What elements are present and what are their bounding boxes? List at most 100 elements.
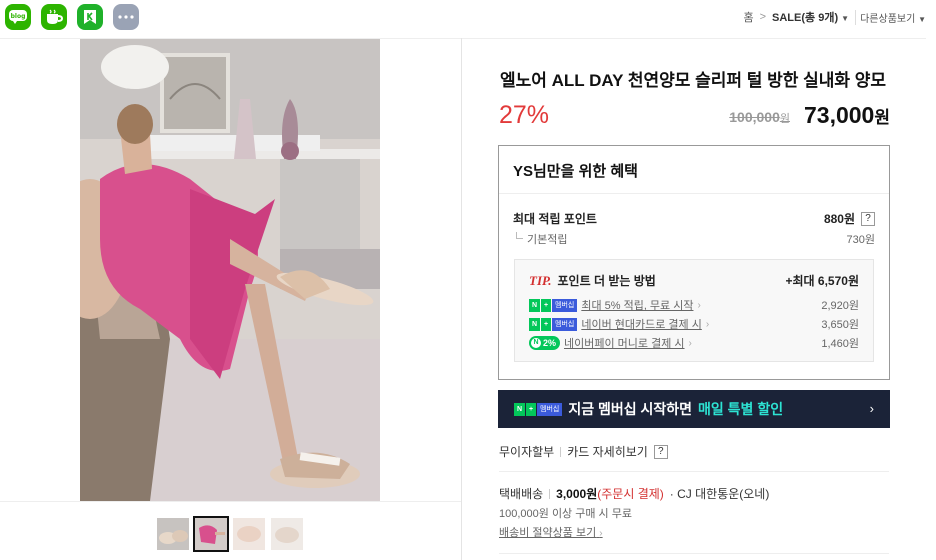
thumbnail-image [157, 518, 189, 550]
membership-banner-highlight: 매일 특별 할인 [698, 401, 784, 417]
breadcrumb: 홈 > SALE(총 9개) ▼ 다른상품보기 ▼ [743, 9, 926, 25]
base-points-label: 기본적립 [513, 231, 567, 247]
gallery-divider [0, 501, 461, 502]
membership-badge-label: 멤버십 [552, 317, 578, 331]
tip-box: TIP. 포인트 더 받는 방법 +최대 6,570원 N + 멤버십 최대 5% 적… [514, 259, 874, 362]
tip-label: TIP. [529, 273, 552, 288]
naverpay-badge-label: 2% [543, 338, 557, 348]
shipping-fee: 3,000원 [556, 487, 598, 501]
blog-icon: blog [9, 10, 27, 24]
max-points-value: 880원 [823, 212, 855, 226]
tip-link[interactable]: 네이버 현대카드로 결제 시 [581, 316, 702, 332]
breadcrumb-category-label: SALE(총 9개) [772, 12, 839, 24]
post-icon [84, 10, 96, 24]
shipping-row: 택배배송 3,000원 (주문시 결제) · CJ 대한통운(오네) [499, 485, 769, 502]
benefit-box: YS님만을 위한 혜택 최대 적립 포인트 880원 ? 기본적립 730원 T… [498, 145, 890, 380]
share-cafe-button[interactable] [41, 4, 67, 30]
chevron-down-icon: ▼ [841, 14, 850, 23]
max-points-row: 최대 적립 포인트 880원 ? [513, 210, 875, 227]
tip-row-left: N + 멤버십 네이버 현대카드로 결제 시 › [529, 316, 709, 332]
help-icon[interactable]: ? [653, 444, 668, 459]
product-title: 엘노어 ALL DAY 천연양모 슬리퍼 털 방한 실내화 양모 [500, 71, 887, 90]
benefit-heading: YS님만을 위한 혜택 [513, 163, 638, 180]
help-icon[interactable]: ? [861, 211, 875, 226]
chevron-right-icon: › [697, 299, 701, 311]
svg-text:blog: blog [11, 13, 26, 20]
original-price-value: 100,000 [729, 109, 780, 125]
tip-value: 2,920원 [821, 300, 859, 312]
cafe-cup-icon [47, 9, 63, 24]
tip-row-membership[interactable]: N + 멤버십 최대 5% 적립, 무료 시작 › 2,920원 [529, 297, 859, 313]
thumbnail-image [195, 518, 227, 550]
shipping-saving-label: 배송비 절약상품 보기 [499, 527, 597, 539]
chevron-right-icon: › [869, 401, 874, 416]
discount-rate: 27% [499, 101, 550, 129]
thumbnail[interactable] [155, 516, 191, 552]
breadcrumb-home[interactable]: 홈 [743, 9, 753, 25]
benefit-divider [499, 193, 889, 194]
tip-row-left: N + 멤버십 최대 5% 적립, 무료 시작 › [529, 297, 701, 313]
naverpay-n-icon: N [531, 338, 541, 348]
chevron-right-icon: › [688, 337, 692, 349]
product-main-image[interactable] [80, 39, 380, 501]
plus-icon: + [541, 298, 551, 312]
naver-n-icon: N [514, 402, 525, 416]
thumbnail[interactable] [269, 516, 305, 552]
thumbnail[interactable] [231, 516, 267, 552]
breadcrumb-category-dropdown[interactable]: SALE(총 9개) ▼ [772, 9, 849, 25]
tip-link[interactable]: 최대 5% 적립, 무료 시작 [581, 297, 693, 313]
free-shipping-condition: 100,000원 이상 구매 시 무료 [499, 508, 632, 520]
naver-membership-badge: N + 멤버십 [514, 402, 563, 416]
payment-row: 무이자할부 카드 자세히보기 ? [499, 443, 668, 460]
naverpay-badge: N 2% [529, 336, 561, 350]
installment-label: 무이자할부 [499, 445, 555, 459]
card-details-link[interactable]: 카드 자세히보기 [567, 443, 648, 460]
other-products-label: 다른상품보기 [860, 13, 916, 25]
tip-value: 3,650원 [821, 319, 859, 331]
naver-n-icon: N [529, 298, 540, 312]
tip-row-card[interactable]: N + 멤버십 네이버 현대카드로 결제 시 › 3,650원 [529, 316, 859, 332]
shipping-carrier: · CJ 대한통운(오네) [669, 487, 770, 501]
tip-value: 1,460원 [821, 338, 859, 350]
shipping-saving-link[interactable]: 배송비 절약상품 보기 › [499, 524, 603, 540]
chevron-down-icon: ▼ [918, 14, 926, 24]
tip-row-pay[interactable]: N 2% 네이버페이 머니로 결제 시 › 1,460원 [529, 335, 859, 351]
thumbnail-image [271, 518, 303, 550]
sale-price-value: 73,000 [804, 102, 875, 128]
tip-link[interactable]: 네이버페이 머니로 결제 시 [564, 335, 685, 351]
tip-heading: TIP. 포인트 더 받는 방법 [529, 272, 656, 289]
plus-icon: + [541, 317, 551, 331]
original-price-unit: 원 [779, 113, 790, 125]
column-divider [461, 38, 462, 560]
plus-icon: + [526, 402, 536, 416]
membership-banner[interactable]: N + 멤버십 지금 멤버십 시작하면 매일 특별 할인 › [498, 390, 890, 428]
naver-membership-badge: N + 멤버십 [529, 317, 578, 331]
tip-row-left: N 2% 네이버페이 머니로 결제 시 › [529, 335, 692, 351]
base-points-row: 기본적립 730원 [513, 231, 875, 247]
share-more-button[interactable] [113, 4, 139, 30]
other-products-dropdown[interactable]: 다른상품보기 ▼ [855, 9, 926, 25]
max-points-label: 최대 적립 포인트 [513, 212, 597, 226]
separator [560, 446, 562, 457]
naver-n-icon: N [529, 317, 540, 331]
product-photo [80, 39, 380, 501]
section-divider [499, 471, 889, 472]
share-blog-button[interactable]: blog [5, 4, 31, 30]
share-post-button[interactable] [77, 4, 103, 30]
membership-banner-text: 지금 멤버십 시작하면 [568, 401, 693, 417]
chevron-right-icon: › [705, 318, 710, 330]
sale-price-unit: 원 [874, 108, 890, 127]
thumbnail-strip [155, 516, 305, 552]
tip-heading-text: 포인트 더 받는 방법 [557, 274, 656, 288]
shipping-method: 택배배송 [499, 487, 544, 501]
breadcrumb-separator: > [759, 11, 767, 23]
original-price: 100,000원 [729, 109, 790, 126]
top-bar: blog 홈 > SALE(총 9개) ▼ 다른상품보기 ▼ [0, 0, 936, 34]
section-divider [499, 553, 889, 554]
membership-badge-label: 멤버십 [537, 402, 563, 416]
tip-max-value: +최대 6,570원 [785, 274, 860, 288]
thumbnail-active[interactable] [193, 516, 229, 552]
shipping-fee-note: (주문시 결제) [597, 487, 664, 501]
thumbnail-image [233, 518, 265, 550]
membership-badge-label: 멤버십 [552, 298, 578, 312]
